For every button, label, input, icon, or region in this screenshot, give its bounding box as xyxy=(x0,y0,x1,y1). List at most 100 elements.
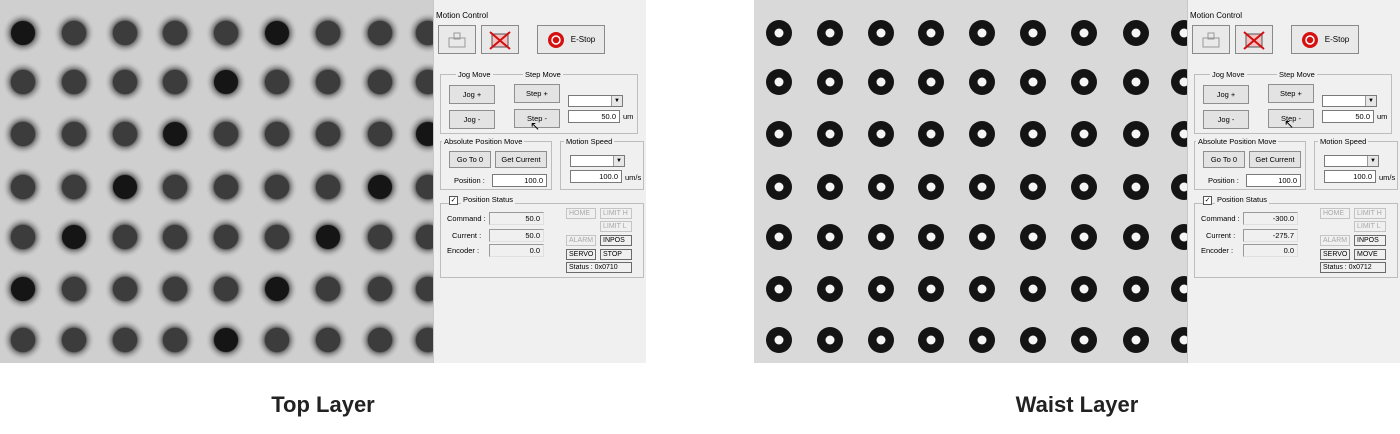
caption-top-layer: Top Layer xyxy=(271,392,375,417)
motion-state-indicator: MOVE xyxy=(1354,249,1386,260)
window-title: Motion Control xyxy=(436,11,489,20)
position-field[interactable]: 100.0 xyxy=(492,174,547,187)
jog-plus-button[interactable]: Jog + xyxy=(1203,85,1249,104)
speed-field[interactable]: 100.0 xyxy=(1324,170,1376,183)
dot xyxy=(62,225,86,249)
ring-center xyxy=(926,28,936,38)
speed-field[interactable]: 100.0 xyxy=(570,170,622,183)
position-status-checkbox[interactable]: ✓ xyxy=(449,196,458,205)
motion-speed-group-label: Motion Speed xyxy=(564,137,615,146)
ring-center xyxy=(1131,129,1141,139)
dot xyxy=(265,328,289,352)
caption-waist-layer: Waist Layer xyxy=(1015,392,1139,417)
dot xyxy=(316,21,340,45)
jog-minus-button[interactable]: Jog - xyxy=(449,110,495,129)
step-plus-button[interactable]: Step + xyxy=(1268,84,1314,103)
ring-center xyxy=(1131,28,1141,38)
step-plus-button[interactable]: Step + xyxy=(514,84,560,103)
limit-l-status-indicator: LIMIT L xyxy=(600,221,632,232)
dot xyxy=(163,328,187,352)
speed-dropdown[interactable]: ▼ xyxy=(570,155,625,167)
servo-off-toolbar-button[interactable] xyxy=(1235,25,1273,54)
ring-center xyxy=(977,335,987,345)
limit-h-status-indicator: LIMIT H xyxy=(600,208,632,219)
current-label: Current : xyxy=(452,231,482,240)
position-status-group-label: Position Status xyxy=(461,195,516,204)
status-code: Status : 0x0712 xyxy=(1320,262,1386,273)
ring-center xyxy=(1079,335,1089,345)
home-toolbar-button[interactable] xyxy=(1192,25,1230,54)
encoder-label: Encoder : xyxy=(447,246,480,255)
dot xyxy=(368,70,392,94)
limit-h-status-indicator: LIMIT H xyxy=(1354,208,1386,219)
ring-center xyxy=(1079,129,1089,139)
position-field[interactable]: 100.0 xyxy=(1246,174,1301,187)
estop-button[interactable]: E-Stop xyxy=(537,25,605,54)
ring-center xyxy=(876,28,886,38)
dot xyxy=(214,175,238,199)
dot xyxy=(368,277,392,301)
microscope-image-top-layer xyxy=(0,0,433,363)
servo-status-indicator: SERVO xyxy=(1320,249,1350,260)
dot xyxy=(62,175,86,199)
ring-center xyxy=(977,182,987,192)
dot xyxy=(11,277,35,301)
servo-status-indicator: SERVO xyxy=(566,249,596,260)
dot xyxy=(62,21,86,45)
servo-off-icon xyxy=(489,30,511,50)
ring-center xyxy=(774,182,784,192)
dot xyxy=(11,21,35,45)
ring-center xyxy=(1079,232,1089,242)
jog-minus-button[interactable]: Jog - xyxy=(1203,110,1249,129)
dot xyxy=(113,225,137,249)
command-label: Command : xyxy=(447,214,486,223)
get-current-button[interactable]: Get Current xyxy=(495,151,547,168)
jog-plus-button[interactable]: Jog + xyxy=(449,85,495,104)
dot xyxy=(368,122,392,146)
ring-center xyxy=(774,284,784,294)
ring-center xyxy=(1131,77,1141,87)
chevron-down-icon: ▼ xyxy=(613,156,624,166)
dot xyxy=(368,175,392,199)
ring-center xyxy=(1028,182,1038,192)
servo-off-toolbar-button[interactable] xyxy=(481,25,519,54)
get-current-button[interactable]: Get Current xyxy=(1249,151,1301,168)
step-size-dropdown[interactable]: ▼ xyxy=(568,95,623,107)
go-to-zero-button[interactable]: Go To 0 xyxy=(449,151,491,168)
speed-unit-label: um/s xyxy=(625,173,642,182)
dot xyxy=(113,328,137,352)
dot xyxy=(11,225,35,249)
ring-center xyxy=(876,129,886,139)
ring-center xyxy=(825,129,835,139)
ring-center xyxy=(876,77,886,87)
go-to-zero-button[interactable]: Go To 0 xyxy=(1203,151,1245,168)
panel-top-layer: Motion Control E-Stop Jog Move Step Move… xyxy=(0,0,646,363)
ring-center xyxy=(977,232,987,242)
dot xyxy=(316,328,340,352)
dot xyxy=(265,70,289,94)
ring-center xyxy=(825,335,835,345)
dot xyxy=(265,277,289,301)
ring-center xyxy=(1079,28,1089,38)
motion-control-window: Motion Control E-Stop Jog Move Step Move… xyxy=(1187,0,1400,363)
current-value: -275.7 xyxy=(1243,229,1298,242)
step-distance-field[interactable]: 50.0 xyxy=(1322,110,1374,123)
micro-svg-waist xyxy=(754,0,1187,363)
position-status-checkbox[interactable]: ✓ xyxy=(1203,196,1212,205)
dot xyxy=(11,175,35,199)
speed-unit-label: um/s xyxy=(1379,173,1396,182)
dot xyxy=(113,175,137,199)
position-status-group-label: Position Status xyxy=(1215,195,1270,204)
estop-button[interactable]: E-Stop xyxy=(1291,25,1359,54)
step-size-dropdown[interactable]: ▼ xyxy=(1322,95,1377,107)
step-distance-field[interactable]: 50.0 xyxy=(568,110,620,123)
ring-center xyxy=(1028,77,1038,87)
current-label: Current : xyxy=(1206,231,1236,240)
dot xyxy=(214,21,238,45)
ring-center xyxy=(774,28,784,38)
dot xyxy=(113,21,137,45)
ring-center xyxy=(774,77,784,87)
speed-dropdown[interactable]: ▼ xyxy=(1324,155,1379,167)
dot xyxy=(163,21,187,45)
home-toolbar-button[interactable] xyxy=(438,25,476,54)
